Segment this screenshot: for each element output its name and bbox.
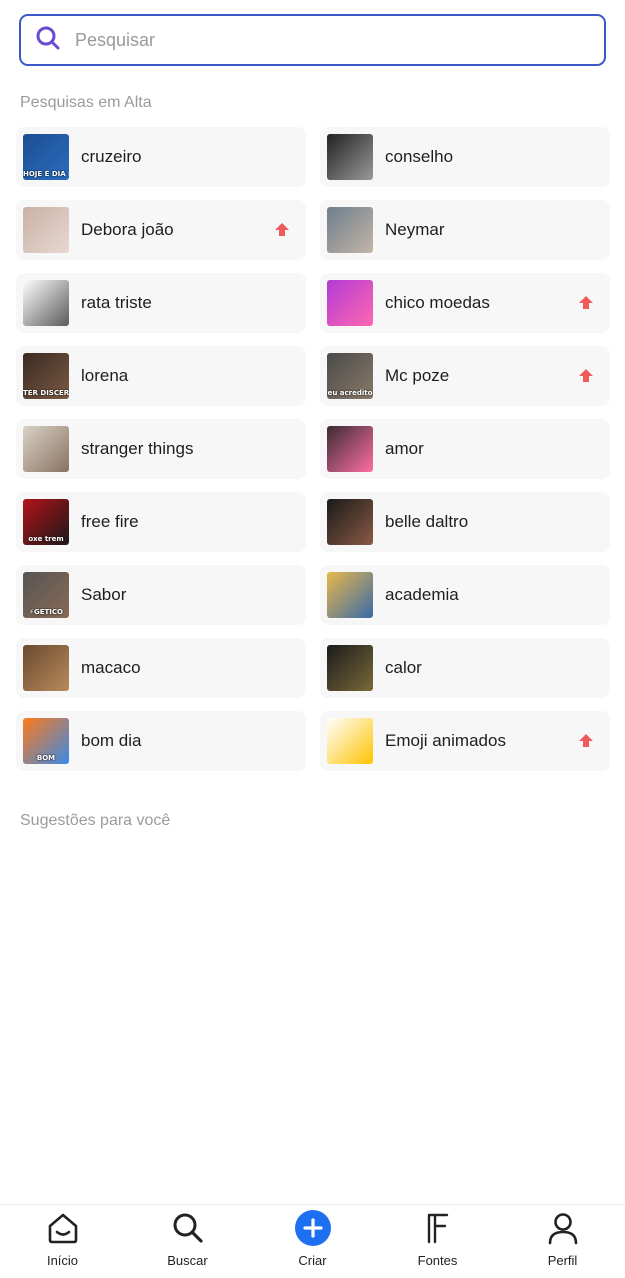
trending-thumbnail	[327, 134, 373, 180]
nav-item-buscar[interactable]: Buscar	[125, 1205, 250, 1278]
trending-item[interactable]: rata triste	[16, 273, 306, 333]
trending-item[interactable]: oxe trem free fire	[16, 492, 306, 552]
nav-item-inicio[interactable]: Início	[0, 1205, 125, 1278]
search-icon	[35, 25, 61, 56]
trending-item-label: Mc poze	[385, 366, 450, 385]
trending-item[interactable]: calor	[320, 638, 610, 698]
trending-item-label: academia	[385, 585, 459, 604]
trending-item[interactable]: Emoji animados	[320, 711, 610, 771]
nav-item-fontes[interactable]: Fontes	[375, 1205, 500, 1278]
trending-item[interactable]: stranger things	[16, 419, 306, 479]
trending-thumbnail: BOM	[23, 718, 69, 764]
bottom-nav: Início Buscar Criar Fontes Perfil	[0, 1204, 625, 1278]
trending-item-label: stranger things	[81, 439, 194, 458]
thumbnail-caption: HOJE É DIA DE	[23, 170, 69, 178]
search-input[interactable]	[75, 29, 604, 51]
trending-thumbnail	[327, 280, 373, 326]
trending-item-label: lorena	[81, 366, 129, 385]
trending-thumbnail	[23, 426, 69, 472]
nav-item-criar[interactable]: Criar	[250, 1205, 375, 1278]
trending-item[interactable]: eu acredito Mc poze	[320, 346, 610, 406]
nav-label-perfil: Perfil	[547, 1253, 578, 1268]
home-icon	[44, 1209, 82, 1247]
nav-label-buscar: Buscar	[167, 1253, 208, 1268]
trending-item-label: conselho	[385, 147, 454, 166]
trending-item-label: bom dia	[81, 731, 142, 750]
trending-item-label: belle daltro	[385, 512, 469, 531]
trending-item-label: macaco	[81, 658, 141, 677]
trending-item-label: Debora joão	[81, 220, 174, 239]
search-page: Pesquisas em Alta HOJE É DIA DE cruzeiro c…	[0, 0, 625, 1278]
trending-item-label: Sabor	[81, 585, 127, 604]
trending-up-icon	[579, 296, 593, 309]
trending-item[interactable]: macaco	[16, 638, 306, 698]
trending-item[interactable]: amor	[320, 419, 610, 479]
thumbnail-caption: oxe trem	[28, 535, 64, 543]
trending-item-label: Neymar	[385, 220, 445, 239]
trending-thumbnail: TER DISCER	[23, 353, 69, 399]
trending-item[interactable]: conselho	[320, 127, 610, 187]
trending-item-label: rata triste	[81, 293, 152, 312]
trending-thumbnail	[327, 499, 373, 545]
nav-label-inicio: Início	[46, 1253, 79, 1268]
trending-thumbnail	[23, 280, 69, 326]
trending-thumbnail	[327, 426, 373, 472]
thumbnail-caption: ⚡GETICO	[29, 608, 63, 616]
trending-item-label: chico moedas	[385, 293, 490, 312]
trending-item[interactable]: belle daltro	[320, 492, 610, 552]
font-icon	[419, 1209, 457, 1247]
trending-grid: HOJE É DIA DE cruzeiro conselho Debora joão…	[16, 127, 610, 771]
trending-thumbnail: eu acredito	[327, 353, 373, 399]
trending-item-label: amor	[385, 439, 424, 458]
thumbnail-caption: TER DISCER	[23, 389, 69, 397]
trending-item[interactable]: Neymar	[320, 200, 610, 260]
trending-item[interactable]: ⚡GETICO Sabor	[16, 565, 306, 625]
suggestions-section-title: Sugestões para você	[20, 812, 171, 829]
user-icon	[544, 1209, 582, 1247]
trending-item-label: cruzeiro	[81, 147, 142, 166]
trending-up-icon	[275, 223, 289, 236]
trending-thumbnail: HOJE É DIA DE	[23, 134, 69, 180]
trending-up-icon	[579, 369, 593, 382]
trending-item[interactable]: academia	[320, 565, 610, 625]
nav-item-perfil[interactable]: Perfil	[500, 1205, 625, 1278]
trending-item-label: calor	[385, 658, 422, 677]
trending-thumbnail: oxe trem	[23, 499, 69, 545]
trending-item[interactable]: Debora joão	[16, 200, 306, 260]
nav-label-fontes: Fontes	[417, 1253, 458, 1268]
plus-circle-icon	[294, 1209, 332, 1247]
trending-item-label: Emoji animados	[385, 731, 506, 750]
thumbnail-caption: eu acredito	[327, 389, 373, 397]
trending-up-icon	[579, 734, 593, 747]
trending-item[interactable]: HOJE É DIA DE cruzeiro	[16, 127, 306, 187]
trending-item[interactable]: TER DISCER lorena	[16, 346, 306, 406]
nav-label-criar: Criar	[298, 1253, 327, 1268]
search-icon	[169, 1209, 207, 1247]
thumbnail-caption: BOM	[36, 754, 56, 762]
trending-item-label: free fire	[81, 512, 139, 531]
trending-thumbnail: ⚡GETICO	[23, 572, 69, 618]
trending-thumbnail	[23, 645, 69, 691]
trending-item[interactable]: BOM bom dia	[16, 711, 306, 771]
trending-section-title: Pesquisas em Alta	[20, 94, 152, 111]
trending-item[interactable]: chico moedas	[320, 273, 610, 333]
trending-thumbnail	[327, 572, 373, 618]
trending-thumbnail	[23, 207, 69, 253]
search-bar[interactable]	[19, 14, 606, 66]
trending-thumbnail	[327, 645, 373, 691]
trending-thumbnail	[327, 207, 373, 253]
trending-thumbnail	[327, 718, 373, 764]
